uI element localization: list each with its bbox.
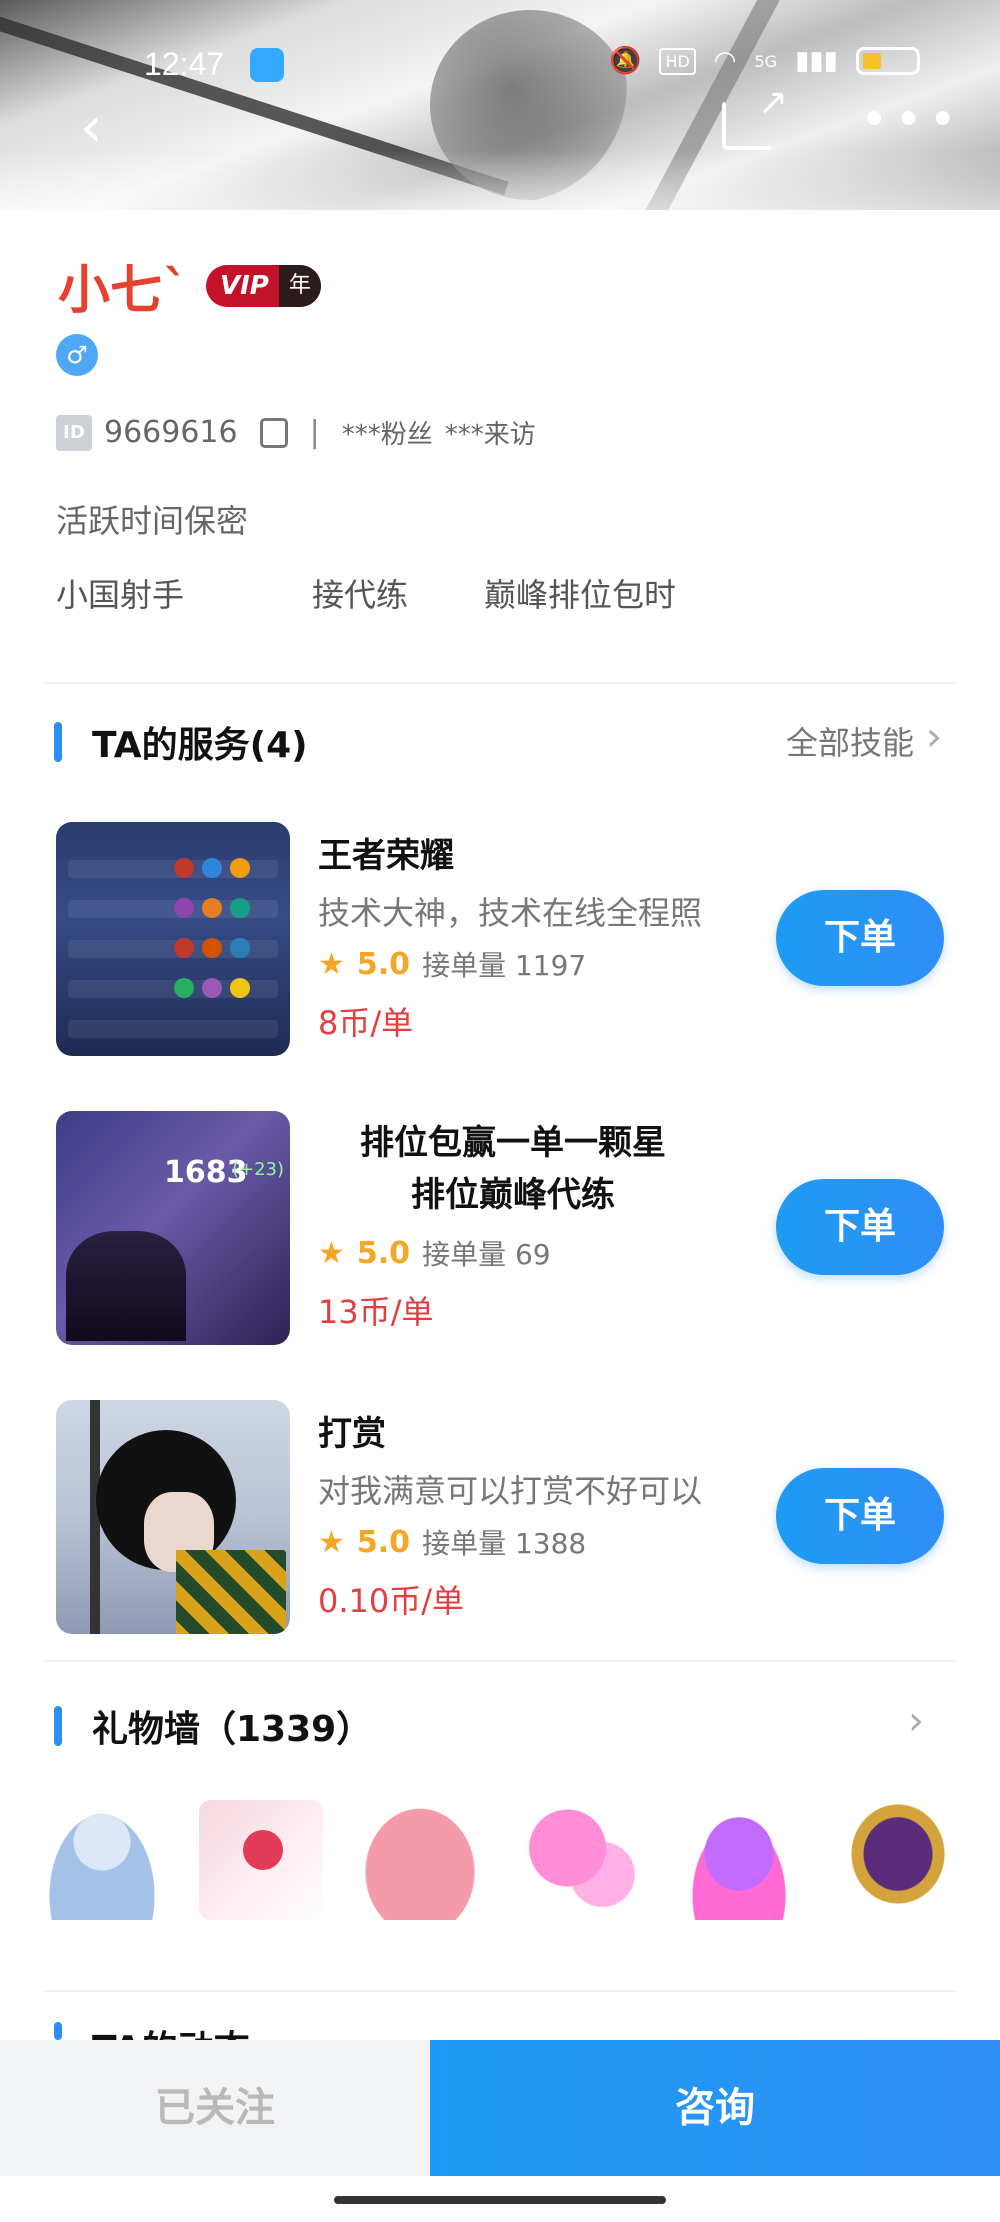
gift-item[interactable] bbox=[40, 1800, 164, 1920]
service-title-line: 排位巅峰代练 bbox=[411, 1175, 615, 1215]
id-icon: ID bbox=[56, 414, 92, 451]
profile-tag: 接代练 bbox=[312, 576, 409, 614]
service-meta: ★ 5.0 接单量 1388 bbox=[318, 1522, 586, 1562]
name-row: 小七` VIP 年 bbox=[58, 248, 321, 323]
section-accent bbox=[54, 722, 62, 762]
share-button[interactable] bbox=[722, 82, 788, 150]
profile-tags: 小国射手 接代练 巅峰排位包时 bbox=[56, 570, 676, 616]
service-price: 0.10币/单 bbox=[318, 1582, 465, 1620]
service-rating: 5.0 bbox=[356, 946, 411, 982]
service-title: 王者荣耀 bbox=[318, 836, 454, 876]
service-title-line: 排位包赢一单一颗星 bbox=[360, 1123, 666, 1163]
service-desc: 对我满意可以打赏不好可以 bbox=[318, 1472, 703, 1510]
service-item[interactable]: 打赏 对我满意可以打赏不好可以 ★ 5.0 接单量 1388 0.10币/单 下… bbox=[0, 1400, 1000, 1634]
copy-icon[interactable] bbox=[259, 417, 288, 448]
service-item[interactable]: 1683 (+23) 排位包赢一单一颗星 排位巅峰代练 ★ 5.0 接单量 69… bbox=[0, 1111, 1000, 1345]
service-rating: 5.0 bbox=[356, 1524, 411, 1560]
services-title: TA的服务(4) bbox=[92, 725, 308, 766]
service-desc: 技术大神，技术在线全程照 bbox=[318, 894, 703, 932]
service-title: 排位包赢一单一颗星 排位巅峰代练 bbox=[318, 1117, 708, 1221]
home-indicator[interactable] bbox=[334, 2196, 666, 2204]
more-button[interactable]: ••• bbox=[860, 96, 963, 144]
hd-icon: HD bbox=[659, 47, 696, 75]
service-title: 打赏 bbox=[318, 1414, 386, 1454]
gift-list bbox=[40, 1800, 960, 1920]
gift-item[interactable] bbox=[835, 1800, 960, 1920]
order-button[interactable]: 下单 bbox=[776, 890, 944, 986]
app-notification-icon bbox=[250, 48, 284, 82]
divider bbox=[44, 682, 956, 684]
service-item[interactable]: 王者荣耀 技术大神，技术在线全程照 ★ 5.0 接单量 1197 8币/单 下单 bbox=[0, 822, 1000, 1056]
service-orders: 接单量 69 bbox=[422, 1238, 551, 1271]
status-time: 12:47 bbox=[144, 46, 225, 82]
all-skills-link[interactable]: 全部技能 bbox=[786, 718, 914, 764]
fans-count: ***粉丝 bbox=[341, 420, 433, 450]
service-orders: 接单量 1197 bbox=[422, 949, 587, 982]
user-id: 9669616 bbox=[104, 415, 238, 450]
chevron-right-icon[interactable]: › bbox=[908, 1698, 924, 1744]
signal-bars-icon: ▮▮▮ bbox=[795, 46, 838, 76]
service-meta: ★ 5.0 接单量 1197 bbox=[318, 944, 586, 984]
mute-icon: 🔕 bbox=[609, 46, 642, 76]
star-icon: ★ bbox=[318, 1524, 345, 1560]
gift-item[interactable] bbox=[517, 1800, 642, 1920]
visitors-count: ***来访 bbox=[444, 420, 536, 450]
service-thumbnail bbox=[56, 822, 290, 1056]
vip-label: VIP bbox=[220, 270, 269, 301]
follow-button[interactable]: 已关注 bbox=[0, 2040, 430, 2176]
thumbnail-score-change: (+23) bbox=[232, 1159, 285, 1180]
services-header: TA的服务(4) 全部技能 › bbox=[0, 708, 1000, 768]
service-price: 13币/单 bbox=[318, 1293, 434, 1331]
gift-wall-title: 礼物墙（1339） bbox=[92, 1709, 373, 1750]
bottom-action-bar: 已关注 咨询 bbox=[0, 2040, 1000, 2176]
gift-item[interactable] bbox=[358, 1800, 483, 1920]
battery-icon bbox=[856, 47, 920, 75]
chevron-right-icon[interactable]: › bbox=[926, 714, 942, 760]
vip-term: 年 bbox=[278, 264, 321, 307]
consult-button[interactable]: 咨询 bbox=[430, 2040, 1000, 2176]
divider bbox=[44, 1990, 956, 1992]
separator: | bbox=[309, 415, 320, 450]
status-icons: 🔕 HD ◠ 5G ▮▮▮ bbox=[609, 46, 920, 76]
service-orders: 接单量 1388 bbox=[422, 1527, 587, 1560]
divider bbox=[44, 1660, 956, 1662]
top-nav: ‹ ••• bbox=[0, 82, 1000, 160]
active-time: 活跃时间保密 bbox=[56, 502, 249, 540]
back-button[interactable]: ‹ bbox=[80, 100, 102, 156]
section-accent bbox=[54, 1706, 62, 1746]
thumbnail-art bbox=[176, 1550, 286, 1634]
status-bar: 12:47 🔕 HD ◠ 5G ▮▮▮ bbox=[0, 44, 1000, 84]
moments-title: TA的动态 bbox=[92, 2020, 250, 2040]
order-button[interactable]: 下单 bbox=[776, 1468, 944, 1564]
vip-badge: VIP 年 bbox=[206, 264, 321, 307]
service-thumbnail: 1683 (+23) bbox=[56, 1111, 290, 1345]
gender-male-icon: ♂ bbox=[56, 334, 98, 376]
gift-item[interactable] bbox=[676, 1800, 801, 1920]
profile-tag: 巅峰排位包时 bbox=[484, 576, 677, 614]
service-rating: 5.0 bbox=[356, 1235, 411, 1271]
id-row: ID 9669616 | ***粉丝 ***来访 bbox=[56, 414, 536, 451]
section-accent bbox=[54, 2022, 62, 2040]
user-name: 小七` bbox=[58, 260, 189, 321]
star-icon: ★ bbox=[318, 1235, 345, 1271]
star-icon: ★ bbox=[318, 946, 345, 982]
wifi-icon: ◠ bbox=[713, 46, 737, 76]
profile-tag: 小国射手 bbox=[56, 576, 185, 614]
order-button[interactable]: 下单 bbox=[776, 1179, 944, 1275]
signal-icon: 5G bbox=[754, 51, 778, 71]
service-thumbnail bbox=[56, 1400, 290, 1634]
thumbnail-art bbox=[66, 1231, 186, 1341]
service-price: 8币/单 bbox=[318, 1004, 414, 1042]
gift-wall-header[interactable]: 礼物墙（1339） › bbox=[0, 1692, 1000, 1752]
gift-item[interactable] bbox=[199, 1800, 324, 1920]
service-meta: ★ 5.0 接单量 69 bbox=[318, 1233, 551, 1273]
